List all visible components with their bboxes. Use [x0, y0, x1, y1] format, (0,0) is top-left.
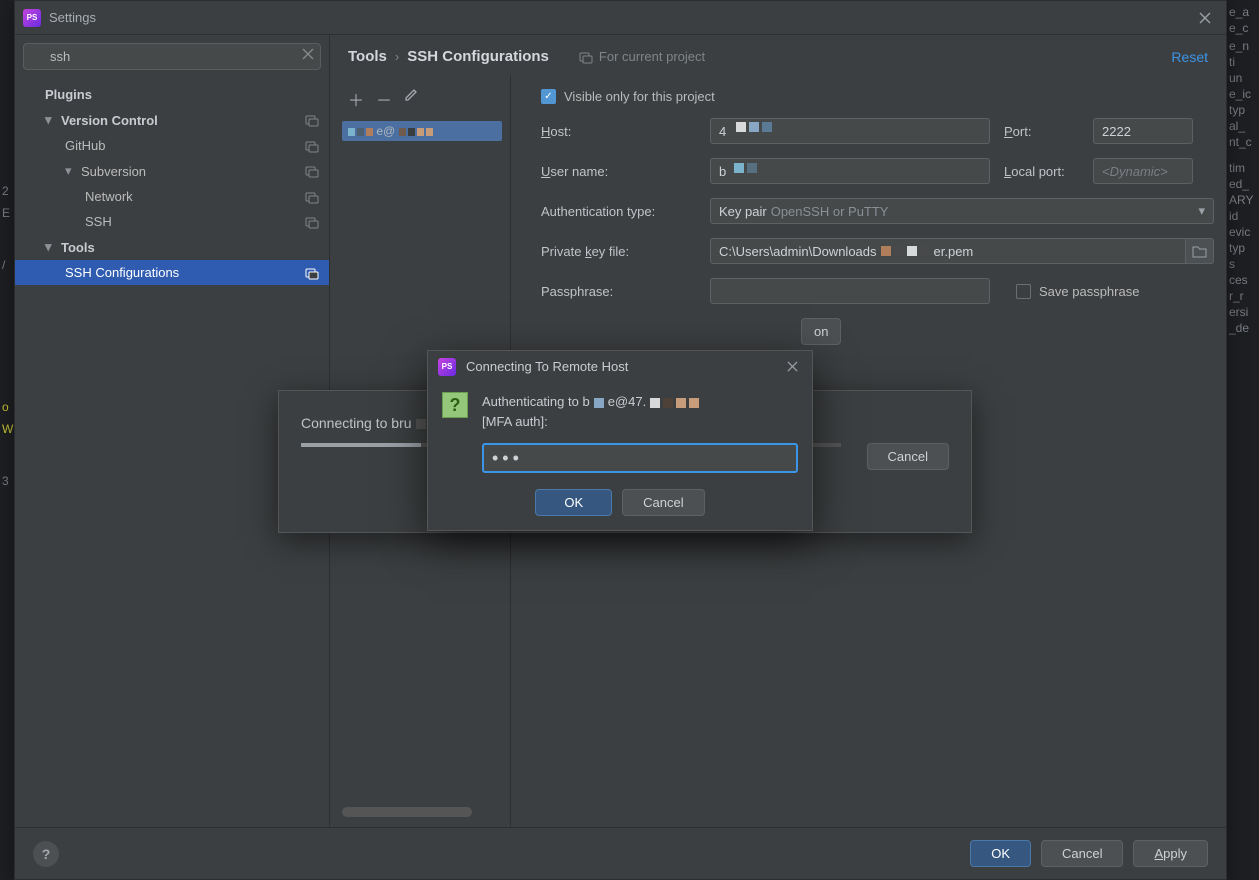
project-scope-icon	[305, 113, 319, 127]
apply-button[interactable]: Apply	[1133, 840, 1208, 867]
window-close-button[interactable]	[1192, 5, 1218, 31]
mfa-code-input[interactable]	[482, 443, 798, 473]
localport-label: Local port:	[1004, 164, 1079, 179]
app-icon: PS	[438, 358, 456, 376]
edit-button[interactable]	[404, 87, 419, 111]
tree-item-plugins[interactable]: Plugins	[15, 82, 329, 107]
for-current-project-label: For current project	[579, 49, 705, 64]
progress-cancel-button[interactable]: Cancel	[867, 443, 949, 470]
clipped-button[interactable]: on	[801, 318, 841, 345]
window-title: Settings	[49, 10, 1192, 25]
tree-item-ssh-configurations[interactable]: SSH Configurations	[15, 260, 329, 285]
passphrase-label: Passphrase:	[541, 284, 696, 299]
tree-item-ssh[interactable]: SSH	[15, 209, 329, 234]
auth-close-button[interactable]	[783, 357, 802, 376]
project-scope-icon	[305, 215, 319, 229]
cancel-button[interactable]: Cancel	[1041, 840, 1123, 867]
clear-search-button[interactable]	[302, 48, 314, 60]
authtype-label: Authentication type:	[541, 204, 696, 219]
chevron-down-icon: ▾	[45, 239, 57, 255]
auth-title-text: Connecting To Remote Host	[466, 359, 783, 374]
titlebar: PS Settings	[15, 1, 1226, 35]
crumb-tools[interactable]: Tools	[348, 48, 387, 65]
breadcrumb: Tools › SSH Configurations For current p…	[330, 35, 1226, 75]
auth-cancel-button[interactable]: Cancel	[622, 489, 704, 516]
tree-item-tools[interactable]: ▾ Tools	[15, 234, 329, 260]
authtype-select[interactable]: Key pair OpenSSH or PuTTY ▾	[710, 198, 1214, 224]
list-toolbar: ＋ －	[342, 83, 510, 121]
passphrase-input[interactable]	[710, 278, 990, 304]
localport-input[interactable]	[1093, 158, 1193, 184]
dialog-footer: ? OK Cancel Apply	[15, 827, 1226, 879]
project-scope-icon	[579, 50, 593, 64]
tree-item-network[interactable]: Network	[15, 184, 329, 209]
project-scope-icon	[305, 164, 319, 178]
username-label: User name:	[541, 164, 696, 179]
add-button[interactable]: ＋	[348, 87, 364, 111]
auth-titlebar: PS Connecting To Remote Host	[428, 351, 812, 382]
horizontal-scrollbar[interactable]	[342, 807, 472, 817]
folder-icon	[1192, 245, 1207, 258]
chevron-down-icon: ▾	[45, 112, 57, 128]
close-icon	[787, 361, 798, 372]
editor-left-gutter: 2E / oW 3	[0, 180, 15, 492]
project-scope-icon	[305, 190, 319, 204]
save-passphrase-label: Save passphrase	[1039, 284, 1139, 299]
tree-item-version-control[interactable]: ▾ Version Control	[15, 107, 329, 133]
project-scope-icon	[305, 139, 319, 153]
host-label: Host:	[541, 124, 696, 139]
auth-message: Authenticating to be@47. [MFA auth]:	[482, 392, 703, 431]
ok-button[interactable]: OK	[970, 840, 1031, 867]
reset-link[interactable]: Reset	[1171, 49, 1208, 65]
remove-button[interactable]: －	[376, 87, 392, 111]
chevron-down-icon: ▾	[1198, 203, 1205, 219]
app-icon: PS	[23, 9, 41, 27]
port-input[interactable]	[1093, 118, 1193, 144]
mfa-auth-dialog: PS Connecting To Remote Host ? Authentic…	[427, 350, 813, 531]
crumb-ssh-configs: SSH Configurations	[407, 48, 549, 65]
search-input[interactable]	[23, 43, 321, 70]
close-icon	[1199, 12, 1211, 24]
privatekey-input[interactable]: C:\Users\admin\Downloads er.pem	[710, 238, 1186, 264]
project-scope-icon	[305, 266, 319, 280]
question-icon: ?	[442, 392, 468, 418]
privatekey-label: Private key file:	[541, 244, 696, 259]
help-button[interactable]: ?	[33, 841, 59, 867]
auth-ok-button[interactable]: OK	[535, 489, 612, 516]
visible-only-checkbox[interactable]: ✓	[541, 89, 556, 104]
chevron-down-icon: ▾	[65, 163, 77, 179]
port-label: Port:	[1004, 124, 1079, 139]
visible-only-label: Visible only for this project	[564, 89, 715, 104]
browse-button[interactable]	[1186, 238, 1214, 264]
editor-right-strip: e_ae_ce_ntiune_ictypal_nt_ctimed_ARYidev…	[1227, 0, 1259, 880]
tree-item-github[interactable]: GitHub	[15, 133, 329, 158]
save-passphrase-checkbox[interactable]	[1016, 284, 1031, 299]
tree-item-subversion[interactable]: ▾ Subversion	[15, 158, 329, 184]
config-list-item[interactable]: e@	[342, 121, 502, 141]
